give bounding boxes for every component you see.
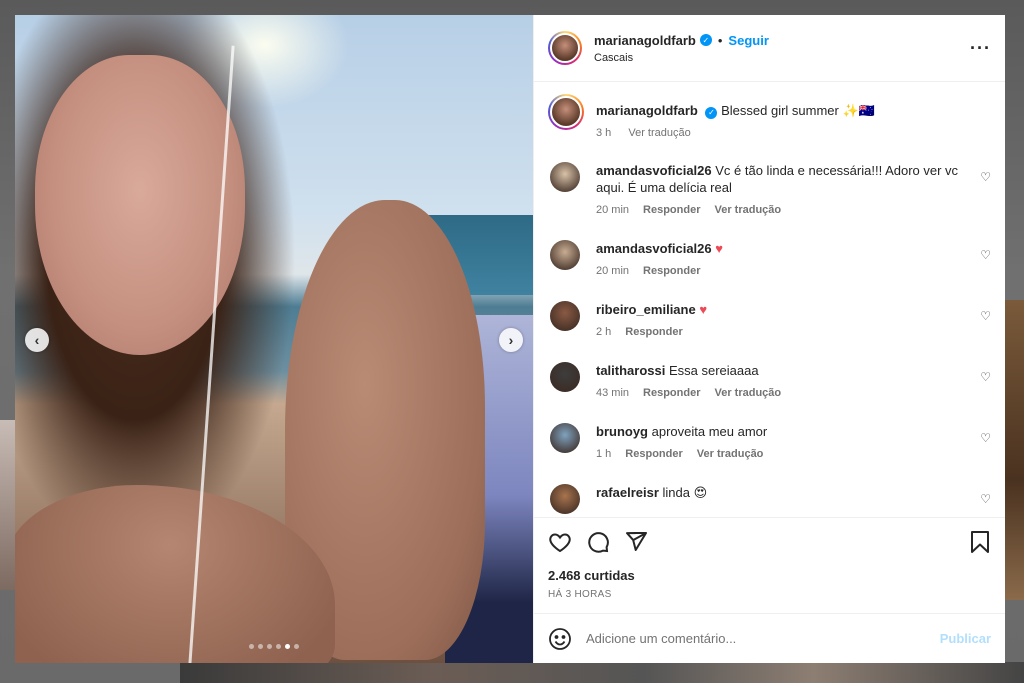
post-side-panel: marianagoldfarb ✓ • Seguir Cascais ··· m…	[533, 15, 1005, 663]
post-photo: ‹ ›	[15, 15, 533, 663]
bookmark-icon[interactable]	[969, 530, 991, 554]
comment-text: linda 😍	[662, 485, 708, 500]
comment-username[interactable]: ribeiro_emiliane	[596, 302, 696, 317]
reply-link[interactable]: Responder	[643, 265, 700, 277]
carousel-dot	[276, 644, 281, 649]
caption-username[interactable]: marianagoldfarb	[596, 103, 698, 118]
comment-username[interactable]: brunoyg	[596, 424, 648, 439]
like-comment-heart-icon[interactable]: ♡	[975, 431, 991, 445]
avatar[interactable]	[550, 362, 580, 392]
comment-time[interactable]: 20 min	[596, 204, 629, 216]
chevron-left-icon: ‹	[34, 332, 40, 348]
comment-username[interactable]: rafaelreisr	[596, 485, 659, 500]
like-comment-heart-icon[interactable]: ♡	[975, 492, 991, 506]
like-count[interactable]: 2.468 curtidas	[548, 568, 991, 583]
chevron-right-icon: ›	[508, 332, 514, 348]
translate-link[interactable]: Ver tradução	[715, 387, 782, 399]
like-comment-heart-icon[interactable]: ♡	[975, 248, 991, 262]
carousel-dot	[294, 644, 299, 649]
avatar[interactable]	[548, 31, 582, 65]
like-comment-heart-icon[interactable]: ♡	[975, 370, 991, 384]
comment-time[interactable]: 43 min	[596, 387, 629, 399]
emoji-icon[interactable]	[548, 627, 572, 651]
post-location[interactable]: Cascais	[594, 52, 970, 64]
background-thumbnail	[0, 420, 16, 590]
comment-item: brunoyg aproveita meu amor 1 h Responder Ve…	[548, 423, 991, 463]
carousel-prev-button[interactable]: ‹	[25, 328, 49, 352]
background-thumbnails-strip	[180, 662, 1024, 683]
comment-item: rafaelreisr linda 😍 ♡	[548, 484, 991, 514]
translate-link[interactable]: Ver tradução	[628, 127, 690, 139]
reply-link[interactable]: Responder	[625, 448, 682, 460]
comments-list[interactable]: marianagoldfarb ✓ Blessed girl summer ✨🇦…	[534, 82, 1005, 517]
avatar[interactable]	[550, 301, 580, 331]
comment-time[interactable]: 20 min	[596, 265, 629, 277]
comment-username[interactable]: talitharossi	[596, 363, 665, 378]
comment-text: Essa sereiaaaa	[668, 363, 759, 378]
reply-link[interactable]: Responder	[643, 204, 700, 216]
post-time[interactable]: HÁ 3 HORAS	[548, 589, 991, 600]
avatar[interactable]	[550, 240, 580, 270]
caption-time[interactable]: 3 h	[596, 127, 611, 139]
comment-username[interactable]: amandasvoficial26	[596, 163, 712, 178]
heart-icon[interactable]	[548, 530, 572, 554]
avatar[interactable]	[548, 94, 584, 130]
carousel-dot	[285, 644, 290, 649]
reply-link[interactable]: Responder	[625, 326, 682, 338]
caption-text: Blessed girl summer ✨🇦🇺	[721, 103, 875, 118]
add-comment-bar: Publicar	[534, 613, 1005, 663]
post-caption: marianagoldfarb ✓ Blessed girl summer ✨🇦…	[548, 94, 991, 142]
carousel-dot	[258, 644, 263, 649]
share-icon[interactable]	[624, 530, 648, 554]
header-separator: •	[717, 32, 723, 48]
post-header: marianagoldfarb ✓ • Seguir Cascais ···	[534, 15, 1005, 82]
comment-username[interactable]: amandasvoficial26	[596, 241, 712, 256]
avatar[interactable]	[550, 484, 580, 514]
red-heart-icon: ♥	[699, 302, 708, 317]
comment-item: amandasvoficial26 Vc é tão linda e neces…	[548, 162, 991, 219]
comment-input[interactable]	[586, 631, 940, 646]
carousel-dot	[249, 644, 254, 649]
comment-item: ribeiro_emiliane ♥ 2 h Responder ♡	[548, 301, 991, 341]
translate-link[interactable]: Ver tradução	[715, 204, 782, 216]
comment-text: aproveita meu amor	[651, 424, 768, 439]
like-comment-heart-icon[interactable]: ♡	[975, 309, 991, 323]
carousel-next-button[interactable]: ›	[499, 328, 523, 352]
like-comment-heart-icon[interactable]: ♡	[975, 170, 991, 184]
avatar[interactable]	[550, 162, 580, 192]
carousel-dot	[267, 644, 272, 649]
translate-link[interactable]: Ver tradução	[697, 448, 764, 460]
carousel-indicator	[15, 644, 533, 649]
author-username[interactable]: marianagoldfarb	[594, 33, 696, 48]
verified-badge-icon: ✓	[705, 106, 718, 119]
background-thumbnail	[1004, 300, 1024, 600]
comment-item: talitharossi Essa sereiaaaa 43 min Respond…	[548, 362, 991, 402]
reply-link[interactable]: Responder	[643, 387, 700, 399]
avatar[interactable]	[550, 423, 580, 453]
follow-button[interactable]: Seguir	[728, 33, 768, 48]
publish-button[interactable]: Publicar	[940, 631, 991, 646]
more-horizontal-icon[interactable]: ···	[970, 38, 991, 59]
comment-time[interactable]: 2 h	[596, 326, 611, 338]
red-heart-icon: ♥	[715, 241, 723, 256]
comment-time[interactable]: 1 h	[596, 448, 611, 460]
comment-item: amandasvoficial26 ♥ 20 min Responder ♡	[548, 240, 991, 280]
post-modal: ‹ › marianagoldfarb ✓ • Seguir Cascais ·…	[15, 15, 1005, 663]
post-actions: 2.468 curtidas HÁ 3 HORAS	[534, 517, 1005, 613]
verified-badge-icon: ✓	[699, 34, 712, 46]
comment-icon[interactable]	[586, 530, 610, 554]
